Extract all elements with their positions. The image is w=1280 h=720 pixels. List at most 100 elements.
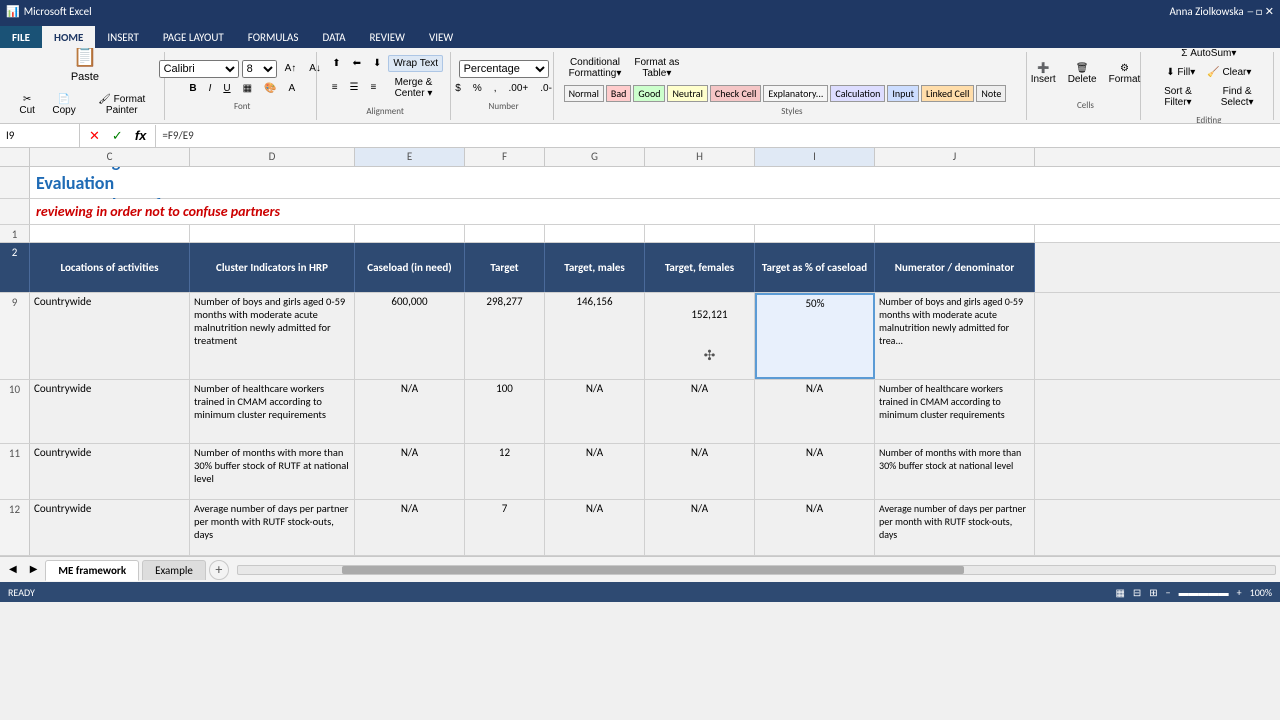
header-caseload[interactable]: Caseload (in need)	[355, 243, 465, 292]
conditional-formatting-button[interactable]: ConditionalFormatting▾	[564, 54, 627, 82]
add-sheet-button[interactable]: +	[209, 560, 229, 580]
col-header-i[interactable]: I	[755, 148, 875, 166]
header-numerator[interactable]: Numerator / denominator	[875, 243, 1035, 292]
horizontal-scrollbar[interactable]	[237, 565, 1276, 575]
italic-button[interactable]: I	[204, 80, 217, 97]
confirm-formula-button[interactable]: ✓	[107, 125, 128, 147]
cell-e11[interactable]: N/A	[355, 444, 465, 499]
header-target[interactable]: Target	[465, 243, 545, 292]
paste-button[interactable]: 📋Paste	[64, 48, 106, 89]
cell-h12[interactable]: N/A	[645, 500, 755, 555]
tab-file[interactable]: FILE	[0, 26, 42, 48]
zoom-slider[interactable]: ▬▬▬▬▬	[1179, 586, 1229, 599]
cell-h10[interactable]: N/A	[645, 380, 755, 443]
tab-data[interactable]: DATA	[310, 26, 357, 48]
font-size-selector[interactable]: 8	[242, 60, 277, 78]
prev-sheet-button[interactable]: ◀	[4, 561, 22, 578]
align-left-button[interactable]: ≡	[327, 74, 343, 102]
bold-button[interactable]: B	[184, 80, 201, 97]
sort-filter-button[interactable]: Sort & Filter▾	[1151, 83, 1206, 111]
fill-button[interactable]: ⬇ Fill▾	[1161, 64, 1200, 81]
font-color-button[interactable]: A	[283, 80, 300, 97]
col-header-g[interactable]: G	[545, 148, 645, 166]
border-button[interactable]: ▦	[238, 80, 257, 97]
cell-f11[interactable]: 12	[465, 444, 545, 499]
cell-d11[interactable]: Number of months with more than 30% buff…	[190, 444, 355, 499]
zoom-in-button[interactable]: +	[1237, 586, 1242, 599]
header-target-males[interactable]: Target, males	[545, 243, 645, 292]
cell-f1[interactable]	[465, 225, 545, 242]
cell-j9[interactable]: Number of boys and girls aged 0-59 month…	[875, 293, 1035, 379]
currency-button[interactable]: $	[450, 80, 466, 97]
style-linked-cell[interactable]: Linked Cell	[921, 85, 974, 102]
style-check-cell[interactable]: Check Cell	[710, 85, 762, 102]
tab-page-layout[interactable]: PAGE LAYOUT	[151, 26, 236, 48]
cell-c1[interactable]	[30, 225, 190, 242]
increase-font-button[interactable]: A↑	[280, 60, 302, 77]
col-header-h[interactable]: H	[645, 148, 755, 166]
decrease-decimal-button[interactable]: .0-	[535, 80, 557, 97]
col-header-e[interactable]: E	[355, 148, 465, 166]
tab-insert[interactable]: INSERT	[95, 26, 151, 48]
cell-c9[interactable]: Countrywide	[30, 293, 190, 379]
copy-button[interactable]: 📄 Copy	[44, 91, 83, 119]
comma-button[interactable]: ,	[489, 80, 502, 97]
scroll-thumb[interactable]	[342, 566, 964, 574]
delete-cells-button[interactable]: 🗑Delete	[1063, 60, 1102, 96]
fill-color-button[interactable]: 🎨	[259, 80, 281, 97]
number-format-selector[interactable]: Percentage	[459, 60, 549, 78]
cell-h11[interactable]: N/A	[645, 444, 755, 499]
col-header-j[interactable]: J	[875, 148, 1035, 166]
cell-j10[interactable]: Number of healthcare workers trained in …	[875, 380, 1035, 443]
normal-view-icon[interactable]: ▦	[1115, 586, 1124, 599]
style-good[interactable]: Good	[633, 85, 665, 102]
sheet-tab-me-framework[interactable]: ME framework	[45, 560, 139, 581]
format-painter-button[interactable]: 🖌 Format Painter	[86, 91, 158, 119]
autosum-button[interactable]: Σ AutoSum▾	[1176, 48, 1241, 62]
window-controls[interactable]: ─ □ ✕	[1248, 5, 1274, 18]
cell-j1[interactable]	[875, 225, 1035, 242]
style-calculation[interactable]: Calculation	[830, 85, 885, 102]
cell-g9[interactable]: 146,156	[545, 293, 645, 379]
cell-g12[interactable]: N/A	[545, 500, 645, 555]
formula-input[interactable]: =F9/E9	[156, 129, 1280, 142]
header-locations[interactable]: Locations of activities	[30, 243, 190, 292]
cell-f9[interactable]: 298,277	[465, 293, 545, 379]
cell-d12[interactable]: Average number of days per partner per m…	[190, 500, 355, 555]
increase-decimal-button[interactable]: .00+	[504, 80, 534, 97]
tab-formulas[interactable]: FORMULAS	[236, 26, 311, 48]
find-select-button[interactable]: Find & Select▾	[1207, 83, 1267, 111]
cancel-formula-button[interactable]: ✕	[84, 125, 105, 147]
style-neutral[interactable]: Neutral	[667, 85, 707, 102]
cell-c11[interactable]: Countrywide	[30, 444, 190, 499]
style-normal[interactable]: Normal	[564, 85, 604, 102]
cell-d10[interactable]: Number of healthcare workers trained in …	[190, 380, 355, 443]
cell-h9[interactable]: 152,121 ✣	[645, 293, 755, 379]
tab-home[interactable]: HOME	[42, 26, 95, 48]
page-layout-icon[interactable]: ⊟	[1133, 586, 1141, 599]
cell-g10[interactable]: N/A	[545, 380, 645, 443]
cell-j12[interactable]: Average number of days per partner per m…	[875, 500, 1035, 555]
header-indicators[interactable]: Cluster Indicators in HRP	[190, 243, 355, 292]
align-right-button[interactable]: ≡	[366, 74, 382, 102]
tab-view[interactable]: VIEW	[417, 26, 465, 48]
insert-cells-button[interactable]: ➕Insert	[1026, 60, 1061, 96]
cell-i11[interactable]: N/A	[755, 444, 875, 499]
format-as-table-button[interactable]: Format asTable▾	[629, 54, 684, 82]
style-bad[interactable]: Bad	[606, 85, 631, 102]
clear-button[interactable]: 🧹 Clear▾	[1202, 64, 1256, 81]
cell-e1[interactable]	[355, 225, 465, 242]
cell-c12[interactable]: Countrywide	[30, 500, 190, 555]
cell-f12[interactable]: 7	[465, 500, 545, 555]
next-sheet-button[interactable]: ▶	[25, 561, 43, 578]
cell-h1[interactable]	[645, 225, 755, 242]
cell-i9[interactable]: 50%	[755, 293, 875, 379]
header-target-pct[interactable]: Target as % of caseload	[755, 243, 875, 292]
font-selector[interactable]: Calibri	[159, 60, 239, 78]
cell-f10[interactable]: 100	[465, 380, 545, 443]
col-header-d[interactable]: D	[190, 148, 355, 166]
style-input[interactable]: Input	[887, 85, 919, 102]
percent-button[interactable]: %	[468, 80, 487, 97]
cell-i10[interactable]: N/A	[755, 380, 875, 443]
col-header-c[interactable]: C	[30, 148, 190, 166]
